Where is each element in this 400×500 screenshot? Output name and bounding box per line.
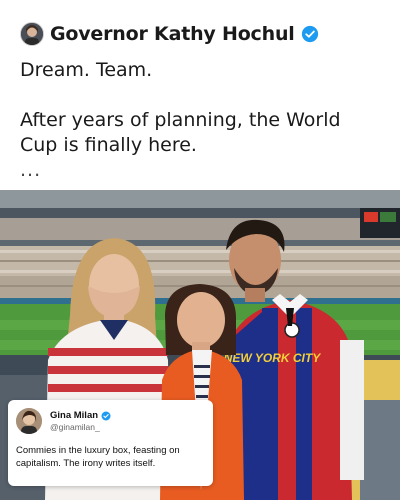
quote-card[interactable]: Gina Milan @ginamilan_ Commies in the lu… <box>8 400 213 486</box>
post-header: Governor Kathy Hochul <box>20 22 319 46</box>
author-avatar[interactable] <box>20 22 44 46</box>
author-name[interactable]: Governor Kathy Hochul <box>50 23 295 45</box>
quote-text: Commies in the luxury box, feasting on c… <box>16 445 180 469</box>
post-line-2: After years of planning, the World Cup i… <box>20 109 341 156</box>
jersey-text: NEW YORK CITY <box>224 351 321 365</box>
quote-header: Gina Milan @ginamilan_ <box>16 408 205 434</box>
quote-verified-icon <box>101 411 111 420</box>
quote-handle[interactable]: @ginamilan_ <box>50 422 111 432</box>
quote-avatar[interactable] <box>16 408 42 434</box>
post-text: Dream. Team. After years of planning, th… <box>20 58 380 183</box>
post-line-1: Dream. Team. <box>20 59 153 81</box>
quote-author-name[interactable]: Gina Milan <box>50 410 98 421</box>
verified-badge-icon <box>301 25 318 43</box>
post-more[interactable]: ... <box>20 158 380 183</box>
